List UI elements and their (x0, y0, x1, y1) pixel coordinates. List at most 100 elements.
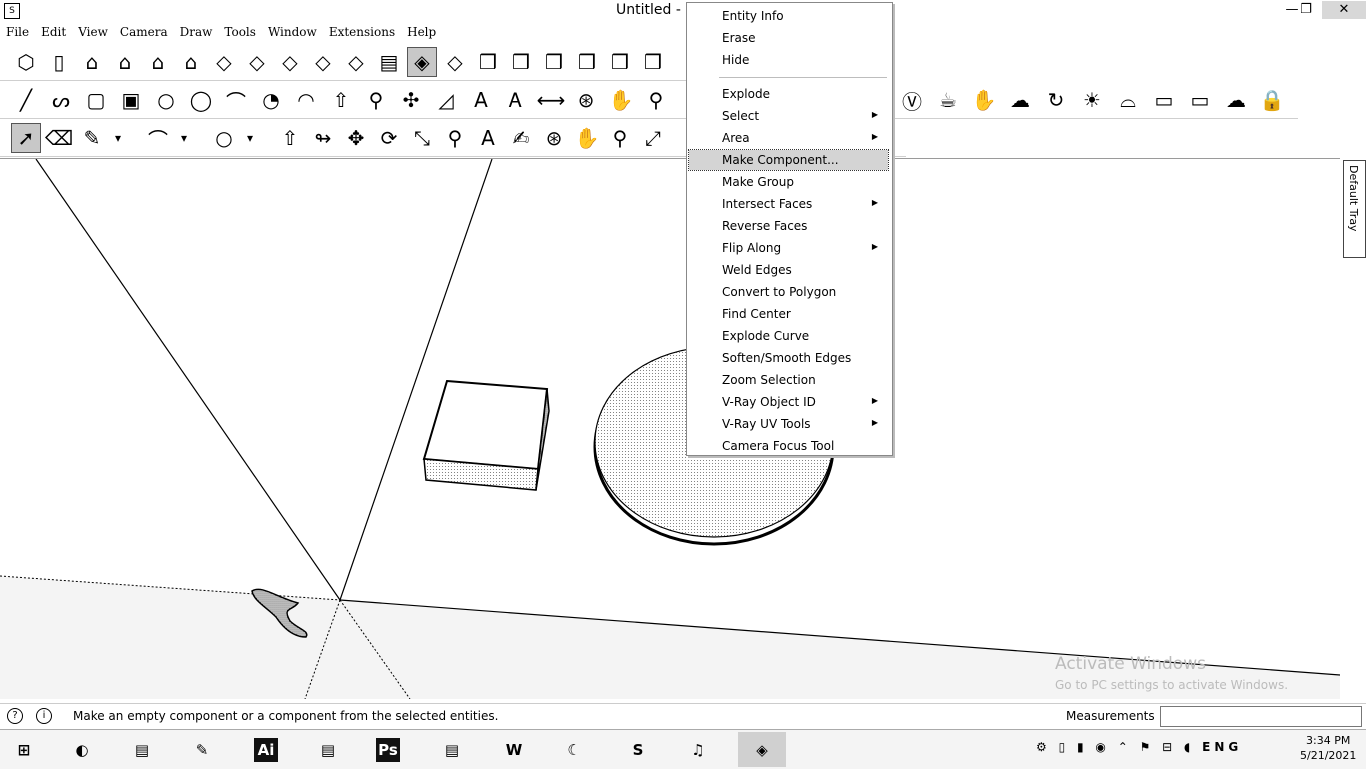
arc-3pt-icon[interactable]: ◠ (292, 86, 320, 114)
photoshop-icon[interactable]: Ps (364, 732, 412, 767)
menu-item-intersect-faces[interactable]: Intersect Faces ▶ (689, 194, 888, 214)
menu-item-select[interactable]: Select ▶ (689, 106, 888, 126)
iso-view-icon[interactable]: ⬡ (12, 48, 40, 76)
system-tray[interactable]: ⚙ ▯ ▮ ◉ ⌃ ⚑ ⊟ ◖ ENG (1036, 740, 1242, 754)
pie-icon[interactable]: ◔ (257, 86, 285, 114)
section-icon[interactable]: ◇ (210, 48, 238, 76)
menu-item-find-center[interactable]: Find Center (689, 304, 888, 324)
textured-icon[interactable]: ◈ (407, 47, 437, 77)
component-2-icon[interactable]: ❒ (507, 48, 535, 76)
menu-edit[interactable]: Edit (35, 23, 72, 39)
paint-icon[interactable]: ✍ (507, 124, 535, 152)
geo-location-icon[interactable]: ? (7, 708, 23, 724)
lights-icon[interactable]: ☀ (1078, 86, 1106, 114)
menu-item-zoom-selection[interactable]: Zoom Selection (689, 370, 888, 390)
menu-item-convert-to-polygon[interactable]: Convert to Polygon (689, 282, 888, 302)
menu-extensions[interactable]: Extensions (323, 23, 401, 39)
pushpull-icon[interactable]: ⇧ (327, 86, 355, 114)
text-icon[interactable]: A (474, 124, 502, 152)
menu-item-erase[interactable]: Erase (689, 28, 888, 48)
menu-item-make-group[interactable]: Make Group (689, 172, 888, 192)
dropdown-icon[interactable]: ▾ (111, 124, 125, 152)
top-view-icon[interactable]: ▯ (45, 48, 73, 76)
monochrome-icon[interactable]: ◇ (441, 48, 469, 76)
credits-icon[interactable]: i (36, 708, 52, 724)
menu-item-entity-info[interactable]: Entity Info (689, 6, 888, 26)
moon-icon[interactable]: ☾ (550, 732, 598, 767)
maximize-button[interactable]: ❐ (1292, 1, 1320, 19)
menu-item-explode-curve[interactable]: Explode Curve (689, 326, 888, 346)
house-icon[interactable]: ⌂ (144, 48, 172, 76)
dimension-icon[interactable]: ⟷ (537, 86, 566, 114)
menu-item-soften-smooth-edges[interactable]: Soften/Smooth Edges (689, 348, 888, 368)
pan-icon[interactable]: ✋ (573, 124, 601, 152)
notes-icon[interactable]: ✎ (178, 732, 226, 767)
sketchup-logo-icon[interactable]: S (4, 3, 20, 19)
chrome-icon[interactable]: ◐ (58, 732, 106, 767)
menu-camera[interactable]: Camera (114, 23, 174, 39)
menu-item-reverse-faces[interactable]: Reverse Faces (689, 216, 888, 236)
rotate-icon[interactable]: ⟳ (375, 124, 403, 152)
front-view-icon[interactable]: ⌂ (111, 48, 139, 76)
menu-help[interactable]: Help (401, 23, 442, 39)
section-2-icon[interactable]: ◇ (243, 48, 271, 76)
lock-icon[interactable]: 🔒 (1258, 86, 1286, 114)
orbit-icon[interactable]: ⊛ (540, 124, 568, 152)
music-icon[interactable]: ♫ (674, 732, 722, 767)
menu-tools[interactable]: Tools (218, 23, 262, 39)
eraser-icon[interactable]: ⌫ (45, 124, 73, 152)
measurements-input[interactable] (1160, 706, 1362, 727)
frame-2-icon[interactable]: ▭ (1186, 86, 1214, 114)
menu-file[interactable]: File (0, 23, 35, 39)
render-icon[interactable]: ✋ (970, 86, 998, 114)
component-4-icon[interactable]: ❒ (573, 48, 601, 76)
cloud-icon[interactable]: ☁ (1006, 86, 1034, 114)
menu-item-v-ray-uv-tools[interactable]: V-Ray UV Tools ▶ (689, 414, 888, 434)
word-icon[interactable]: W (490, 732, 538, 767)
media-icon[interactable]: ▤ (118, 732, 166, 767)
select-icon[interactable]: ➚ (11, 123, 41, 153)
vray-icon[interactable]: Ⓥ (898, 86, 926, 114)
component-3-icon[interactable]: ❒ (540, 48, 568, 76)
frame-icon[interactable]: ▭ (1150, 86, 1178, 114)
language-indicator[interactable]: ENG (1202, 740, 1242, 754)
tape-icon[interactable]: ⚲ (362, 86, 390, 114)
clock[interactable]: 3:34 PM 5/21/2021 (1300, 733, 1356, 763)
polygon-icon[interactable]: ◯ (187, 86, 215, 114)
move-icon[interactable]: ✥ (342, 124, 370, 152)
circle-icon[interactable]: ○ (210, 124, 238, 152)
tape-icon[interactable]: ⚲ (441, 124, 469, 152)
scale-icon[interactable]: ⤡ (408, 124, 436, 152)
skype-icon[interactable]: S (614, 732, 662, 767)
wireframe-icon[interactable]: ◇ (309, 48, 337, 76)
home-icon[interactable]: ⌂ (78, 48, 106, 76)
menu-item-hide[interactable]: Hide (689, 50, 888, 70)
default-tray-tab[interactable]: Default Tray (1343, 160, 1366, 258)
close-button[interactable]: ✕ (1322, 1, 1366, 19)
followme-icon[interactable]: ↬ (309, 124, 337, 152)
pushpull-icon[interactable]: ⇧ (276, 124, 304, 152)
menu-item-flip-along[interactable]: Flip Along ▶ (689, 238, 888, 258)
dropdown-icon[interactable]: ▾ (177, 124, 191, 152)
arc-icon[interactable]: ⌒ (222, 86, 250, 114)
protractor-icon[interactable]: ◿ (432, 86, 460, 114)
zoom-extents-icon[interactable]: ⤢ (639, 124, 667, 152)
drawing-viewport[interactable]: Activate Windows Go to PC settings to ac… (0, 158, 1340, 699)
menu-draw[interactable]: Draw (174, 23, 219, 39)
component-5-icon[interactable]: ❒ (606, 48, 634, 76)
menu-item-make-component[interactable]: Make Component... (688, 149, 889, 171)
files-icon[interactable]: ▤ (428, 732, 476, 767)
circle-icon[interactable]: ○ (152, 86, 180, 114)
menu-item-explode[interactable]: Explode (689, 84, 888, 104)
orbit-icon[interactable]: ⊛ (572, 86, 600, 114)
zoom-icon[interactable]: ⚲ (606, 124, 634, 152)
component-icon[interactable]: ❒ (474, 48, 502, 76)
rectangle-icon[interactable]: ▢ (82, 86, 110, 114)
windows-start-icon[interactable]: ⊞ (0, 732, 48, 767)
document-icon[interactable]: ▤ (304, 732, 352, 767)
back-view-icon[interactable]: ⌂ (177, 48, 205, 76)
xray-icon[interactable]: ◇ (276, 48, 304, 76)
line-icon[interactable]: ╱ (12, 86, 40, 114)
pencil-icon[interactable]: ✎ (78, 124, 106, 152)
teapot-icon[interactable]: ☕ (934, 86, 962, 114)
